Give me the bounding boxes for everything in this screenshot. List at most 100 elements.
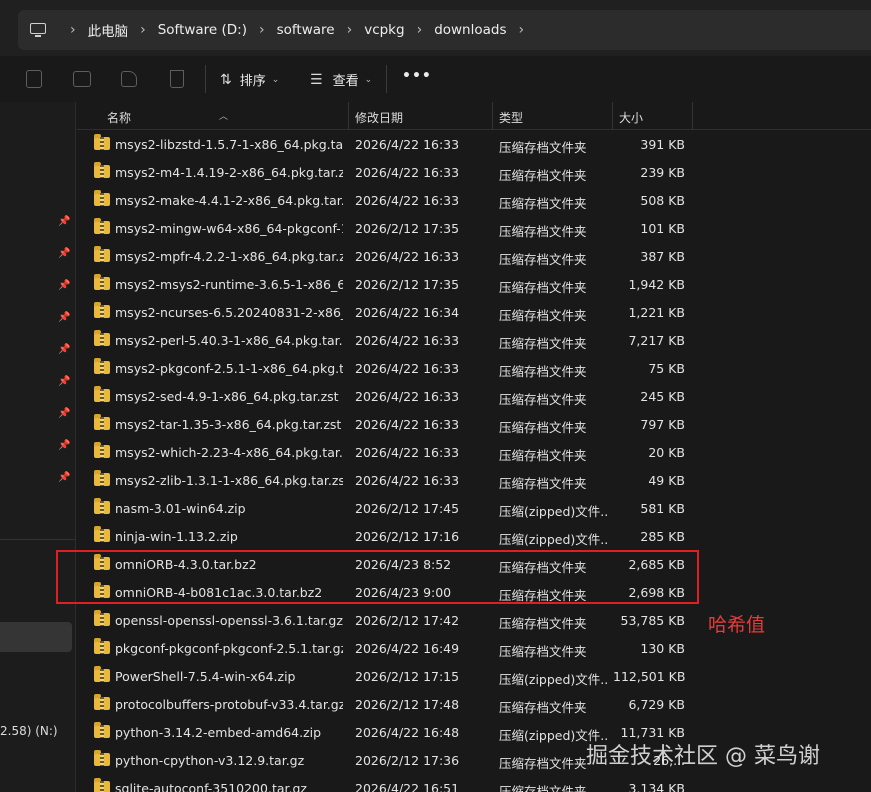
chevron-right-icon[interactable]: ›: [70, 22, 76, 38]
file-list: ︿ 名称 修改日期 类型 大小 msys2-libzstd-1.5.7-1-x8…: [77, 102, 871, 792]
more-options-button[interactable]: •••: [402, 68, 432, 84]
file-row[interactable]: msys2-m4-1.4.19-2-x86_64.pkg.tar.zst 2026…: [77, 158, 871, 186]
file-size: 49 KB: [648, 473, 685, 488]
column-divider[interactable]: [612, 102, 613, 130]
chevron-right-icon[interactable]: ›: [417, 22, 423, 38]
file-type: 压缩(zipped)文件...: [499, 672, 609, 687]
share-icon[interactable]: [121, 71, 137, 87]
file-date: 2026/4/22 16:33: [355, 165, 460, 180]
file-row[interactable]: msys2-libzstd-1.5.7-1-x86_64.pkg.tar....…: [77, 130, 871, 158]
file-row[interactable]: pkgconf-pkgconf-pkgconf-2.5.1.tar.gz 2026…: [77, 634, 871, 662]
more-icon: •••: [402, 68, 432, 84]
pin-icon[interactable]: 📌: [58, 216, 70, 228]
column-header-size[interactable]: 大小: [619, 109, 643, 126]
pin-icon[interactable]: 📌: [58, 312, 70, 324]
address-bar[interactable]: › 此电脑 › Software (D:) › software › vcpkg…: [18, 10, 871, 50]
rename-icon[interactable]: [73, 71, 91, 87]
zip-folder-icon: [94, 274, 110, 290]
file-size: 391 KB: [640, 137, 685, 152]
watermark: 掘金技术社区 @ 菜鸟谢: [586, 744, 820, 769]
nav-selected-item[interactable]: [0, 622, 72, 652]
zip-folder-icon: [94, 246, 110, 262]
chevron-right-icon[interactable]: ›: [347, 22, 353, 38]
breadcrumb-this-pc[interactable]: 此电脑: [88, 20, 129, 40]
column-divider[interactable]: [692, 102, 693, 130]
breadcrumb-vcpkg[interactable]: vcpkg: [364, 22, 404, 38]
pin-icon[interactable]: 📌: [58, 280, 70, 292]
file-date: 2026/4/22 16:33: [355, 417, 460, 432]
file-name: msys2-make-4.4.1-2-x86_64.pkg.tar.zst: [115, 193, 343, 208]
file-row[interactable]: msys2-ncurses-6.5.20240831-2-x86_6... 202…: [77, 298, 871, 326]
file-row[interactable]: msys2-tar-1.35-3-x86_64.pkg.tar.zst 2026/…: [77, 410, 871, 438]
breadcrumb-downloads[interactable]: downloads: [434, 22, 506, 38]
column-header-type[interactable]: 类型: [499, 109, 523, 126]
column-divider[interactable]: [348, 102, 349, 130]
file-row[interactable]: msys2-zlib-1.3.1-1-x86_64.pkg.tar.zst 202…: [77, 466, 871, 494]
file-row[interactable]: msys2-mingw-w64-x86_64-pkgconf-1... 2026/…: [77, 214, 871, 242]
file-name: ninja-win-1.13.2.zip: [115, 529, 238, 544]
file-row[interactable]: msys2-perl-5.40.3-1-x86_64.pkg.tar.zst 20…: [77, 326, 871, 354]
file-row[interactable]: nasm-3.01-win64.zip 2026/2/12 17:45 压缩(zip…: [77, 494, 871, 522]
pin-icon[interactable]: 📌: [58, 440, 70, 452]
zip-folder-icon: [94, 330, 110, 346]
sort-button[interactable]: ⇅ 排序 ⌄: [220, 70, 279, 90]
file-size: 53,785 KB: [620, 613, 685, 628]
file-row[interactable]: msys2-sed-4.9-1-x86_64.pkg.tar.zst 2026/4…: [77, 382, 871, 410]
file-type: 压缩(zipped)文件...: [499, 504, 609, 519]
nav-drive-item[interactable]: 2.58) (N:): [0, 724, 58, 738]
pin-icon[interactable]: 📌: [58, 344, 70, 356]
zip-folder-icon: [94, 694, 110, 710]
pin-icon[interactable]: 📌: [58, 472, 70, 484]
file-size: 1,942 KB: [628, 277, 685, 292]
pin-icon[interactable]: 📌: [58, 408, 70, 420]
column-header-date[interactable]: 修改日期: [355, 109, 403, 126]
file-name: msys2-mpfr-4.2.2-1-x86_64.pkg.tar.zst: [115, 249, 343, 264]
file-name: protocolbuffers-protobuf-v33.4.tar.gz: [115, 697, 343, 712]
file-type: 压缩存档文件夹: [499, 140, 587, 155]
chevron-down-icon: ⌄: [364, 74, 373, 85]
view-button[interactable]: ☰ 查看 ⌄: [310, 70, 373, 90]
file-row[interactable]: msys2-mpfr-4.2.2-1-x86_64.pkg.tar.zst 202…: [77, 242, 871, 270]
chevron-right-icon[interactable]: ›: [259, 22, 265, 38]
column-divider[interactable]: [492, 102, 493, 130]
pin-icon[interactable]: 📌: [58, 248, 70, 260]
file-name: msys2-ncurses-6.5.20240831-2-x86_6...: [115, 305, 343, 320]
file-name: python-3.14.2-embed-amd64.zip: [115, 725, 322, 740]
file-row[interactable]: msys2-pkgconf-2.5.1-1-x86_64.pkg.ta... 20…: [77, 354, 871, 382]
zip-folder-icon: [94, 526, 110, 542]
file-size: 3,134 KB: [628, 781, 685, 792]
delete-icon[interactable]: [170, 70, 184, 88]
chevron-right-icon[interactable]: ›: [519, 22, 525, 38]
file-row[interactable]: msys2-which-2.23-4-x86_64.pkg.tar.zst 202…: [77, 438, 871, 466]
file-row[interactable]: sqlite-autoconf-3510200.tar.gz 2026/4/22 …: [77, 774, 871, 792]
file-type: 压缩存档文件夹: [499, 364, 587, 379]
file-row[interactable]: PowerShell-7.5.4-win-x64.zip 2026/2/12 17…: [77, 662, 871, 690]
file-row[interactable]: ninja-win-1.13.2.zip 2026/2/12 17:16 压缩(zi…: [77, 522, 871, 550]
sort-label: 排序: [239, 74, 266, 89]
file-row[interactable]: msys2-msys2-runtime-3.6.5-1-x86_64.... 20…: [77, 270, 871, 298]
column-header-name[interactable]: 名称: [107, 109, 131, 126]
file-row[interactable]: msys2-make-4.4.1-2-x86_64.pkg.tar.zst 202…: [77, 186, 871, 214]
file-type: 压缩存档文件夹: [499, 168, 587, 183]
file-date: 2026/4/22 16:48: [355, 725, 460, 740]
file-size: 285 KB: [640, 529, 685, 544]
file-name: pkgconf-pkgconf-pkgconf-2.5.1.tar.gz: [115, 641, 343, 656]
pin-icon[interactable]: 📌: [58, 376, 70, 388]
file-size: 239 KB: [640, 165, 685, 180]
file-rows: msys2-libzstd-1.5.7-1-x86_64.pkg.tar....…: [77, 130, 871, 792]
this-pc-icon[interactable]: [30, 23, 48, 37]
zip-folder-icon: [94, 722, 110, 738]
file-date: 2026/4/22 16:33: [355, 137, 460, 152]
zip-folder-icon: [94, 610, 110, 626]
copy-icon[interactable]: [26, 70, 42, 88]
breadcrumb-drive[interactable]: Software (D:): [158, 22, 247, 38]
file-date: 2026/4/22 16:33: [355, 193, 460, 208]
file-size: 7,217 KB: [628, 333, 685, 348]
chevron-right-icon[interactable]: ›: [140, 22, 146, 38]
breadcrumb-software[interactable]: software: [277, 22, 335, 38]
file-date: 2026/2/12 17:35: [355, 221, 460, 236]
file-size: 1,221 KB: [628, 305, 685, 320]
file-row[interactable]: protocolbuffers-protobuf-v33.4.tar.gz 202…: [77, 690, 871, 718]
annotation-label: 哈希值: [708, 614, 766, 636]
zip-folder-icon: [94, 218, 110, 234]
